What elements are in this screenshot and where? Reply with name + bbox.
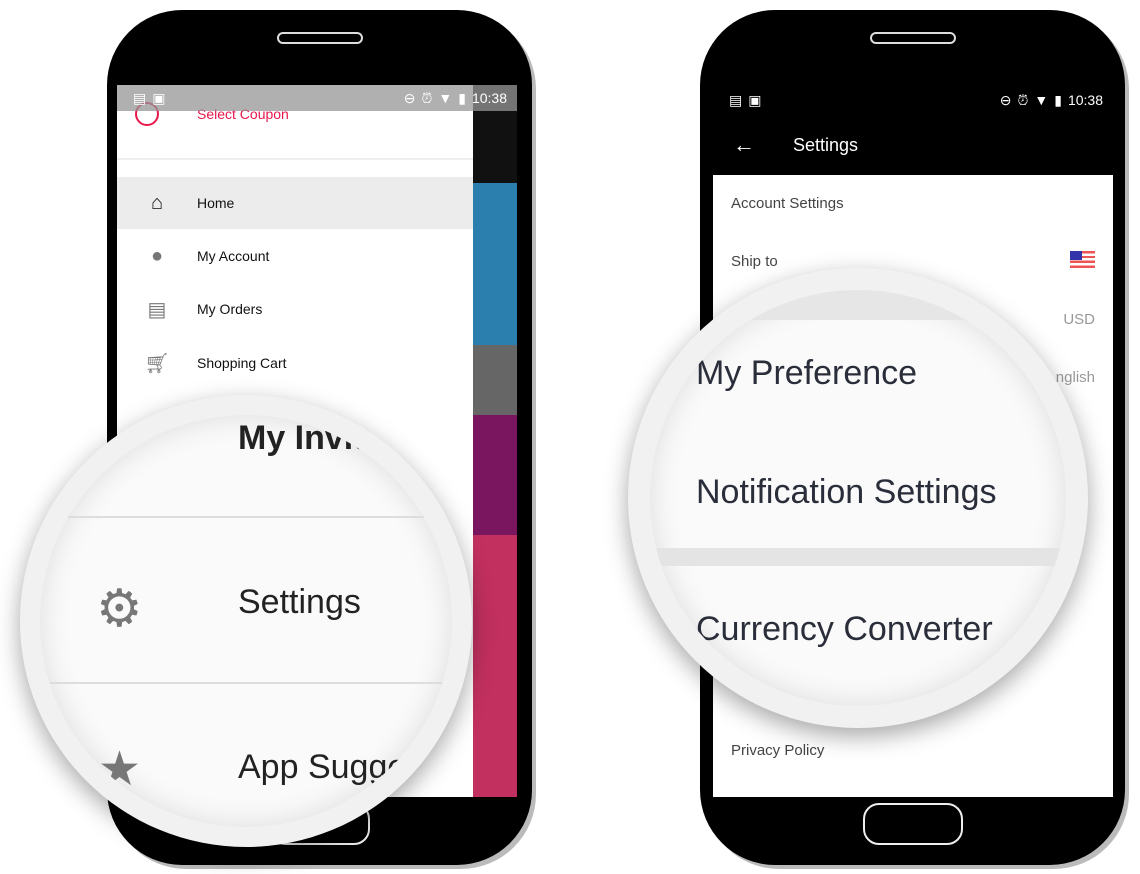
- image-icon: ▣: [152, 89, 166, 106]
- currency-converter-item[interactable]: Currency Converter: [696, 610, 993, 649]
- wifi-icon: ▼: [1034, 92, 1049, 108]
- my-preference-item[interactable]: My Preference: [696, 354, 917, 393]
- divider-band: [650, 290, 1066, 320]
- currency-value[interactable]: USD: [1063, 311, 1095, 328]
- alarm-icon: ⏰︎: [1017, 91, 1029, 108]
- back-arrow-icon[interactable]: ←: [733, 132, 755, 158]
- notification-icon: ▤: [133, 89, 147, 106]
- image-icon: ▣: [748, 91, 762, 108]
- divider: [117, 158, 473, 160]
- divider: [40, 682, 452, 684]
- battery-icon: ▮: [1054, 91, 1062, 108]
- language-value[interactable]: nglish: [1056, 369, 1095, 386]
- speaker: [276, 32, 363, 44]
- account-settings-header: Account Settings: [731, 195, 844, 212]
- status-bar: ▤ ▣ ⊖ ⏰︎ ▼ ▮ 10:38: [117, 85, 517, 111]
- right-magnifier: My Preference Notification Settings Curr…: [628, 268, 1088, 728]
- item-label: My Account: [197, 248, 270, 264]
- status-time: 10:38: [1067, 92, 1103, 108]
- item-label: Home: [197, 195, 235, 211]
- battery-icon: ▮: [458, 89, 466, 106]
- divider-band: [650, 548, 1066, 566]
- divider: [40, 516, 452, 518]
- left-magnifier: My Invit ⚙ Settings ★ App Sugge: [20, 395, 472, 847]
- clipboard-icon: ▤: [147, 298, 167, 321]
- gear-icon: ⚙: [96, 580, 143, 638]
- alarm-icon: ⏰︎: [421, 89, 433, 106]
- privacy-policy-item[interactable]: Privacy Policy: [731, 742, 824, 759]
- drawer-item-my-orders[interactable]: ▤ My Orders: [117, 283, 473, 335]
- wifi-icon: ▼: [438, 90, 453, 106]
- star-icon: ★: [98, 743, 142, 796]
- app-suggestions-item: App Sugge: [238, 748, 407, 786]
- speaker: [869, 32, 956, 44]
- drawer-item-shopping-cart[interactable]: 🛒︎ Shopping Cart: [117, 337, 473, 389]
- toolbar-title: Settings: [793, 134, 859, 155]
- us-flag-icon: [1070, 251, 1095, 268]
- dnd-icon: ⊖: [999, 91, 1012, 108]
- status-bar: ▤ ▣ ⊖ ⏰︎ ▼ ▮ 10:38: [713, 85, 1113, 115]
- item-label: My Orders: [197, 301, 263, 317]
- status-time: 10:38: [471, 90, 507, 106]
- toolbar: ← Settings: [713, 115, 1113, 175]
- notification-icon: ▤: [729, 91, 743, 108]
- ship-to-label: Ship to: [731, 253, 778, 270]
- magnifier-lens: My Invit ⚙ Settings ★ App Sugge: [40, 415, 452, 827]
- account-icon: ●: [150, 244, 164, 267]
- my-invites-item: My Invit: [238, 419, 365, 457]
- item-label: Shopping Cart: [197, 355, 287, 371]
- drawer-item-my-account[interactable]: ● My Account: [117, 230, 473, 282]
- app-background: [473, 85, 517, 797]
- home-icon: ⌂: [150, 191, 164, 214]
- drawer-item-home[interactable]: ⌂ Home: [117, 177, 473, 229]
- notification-settings-item[interactable]: Notification Settings: [696, 473, 997, 512]
- home-button[interactable]: [862, 803, 963, 845]
- magnifier-lens: My Preference Notification Settings Curr…: [650, 290, 1066, 706]
- dnd-icon: ⊖: [403, 89, 416, 106]
- settings-item[interactable]: Settings: [238, 583, 361, 622]
- cart-icon: 🛒︎: [144, 352, 170, 375]
